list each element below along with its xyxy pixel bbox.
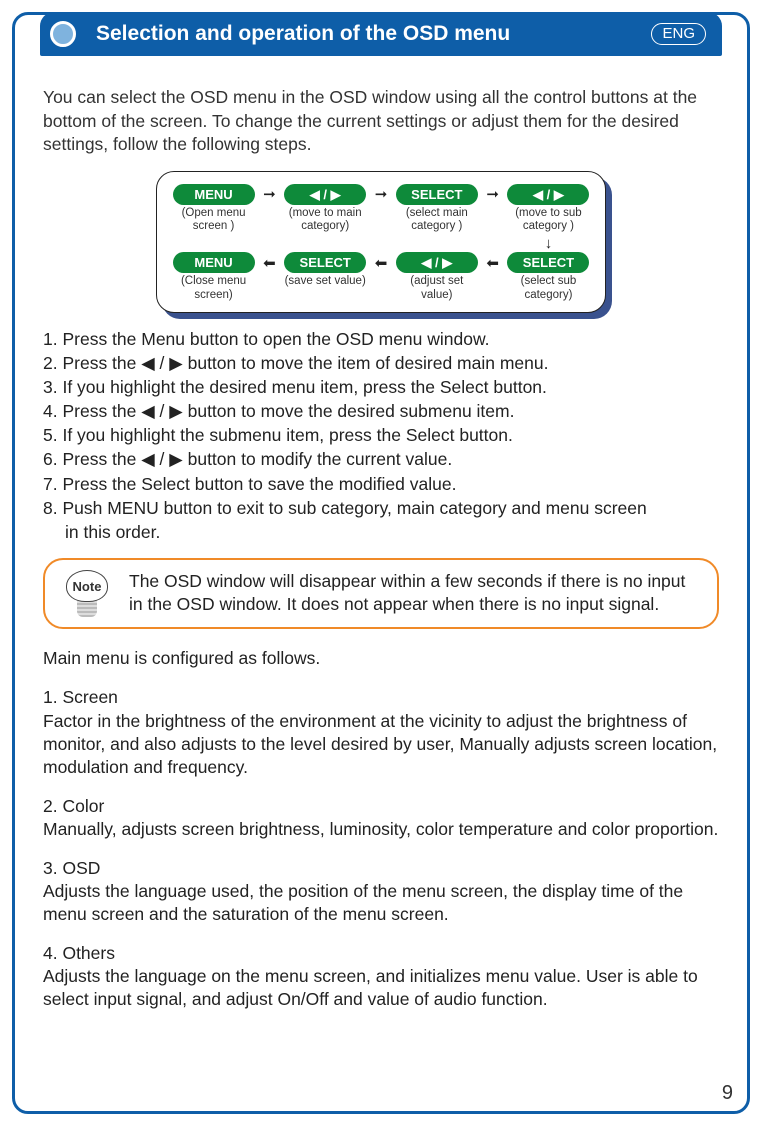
section-title: 2. Color (43, 795, 719, 818)
step-continuation: in this order. (43, 520, 719, 544)
note-box: Note The OSD window will disappear withi… (43, 558, 719, 629)
diagram-caption: (save set value) (285, 275, 366, 288)
arrows-button-pill: ◀ / ▶ (507, 184, 589, 205)
flow-diagram: MENU (Open menu screen ) ➞ ◀ / ▶ (move t… (156, 171, 606, 313)
diagram-cell: ◀ / ▶ (adjust set value) (394, 252, 479, 301)
section-title: 3. OSD (43, 857, 719, 880)
section-title: 4. Others (43, 942, 719, 965)
language-badge: ENG (651, 23, 706, 45)
diagram-cell: MENU (Open menu screen ) (171, 184, 256, 233)
page-title: Selection and operation of the OSD menu (96, 22, 510, 46)
arrow-down-icon: ↓ (545, 235, 553, 252)
menu-button-pill: MENU (173, 252, 255, 273)
step: 3. If you highlight the desired menu ite… (43, 375, 719, 399)
steps-list: 1. Press the Menu button to open the OSD… (43, 327, 719, 544)
diagram-cell: ◀ / ▶ (move to main category) (283, 184, 368, 233)
section-body: Factor in the brightness of the environm… (43, 711, 717, 777)
section-body: Manually, adjusts screen brightness, lum… (43, 819, 718, 839)
diagram-caption: (move to main category) (283, 207, 368, 233)
select-button-pill: SELECT (284, 252, 366, 273)
select-button-pill: SELECT (396, 184, 478, 205)
section-color: 2. Color Manually, adjusts screen bright… (43, 795, 719, 841)
diagram-panel: MENU (Open menu screen ) ➞ ◀ / ▶ (move t… (156, 171, 606, 313)
diagram-row-bottom: MENU (Close menu screen) ⬅ SELECT (save … (171, 252, 591, 301)
diagram-cell: SELECT (save set value) (283, 252, 368, 288)
step: 7. Press the Select button to save the m… (43, 472, 719, 496)
section-osd: 3. OSD Adjusts the language used, the po… (43, 857, 719, 926)
lightbulb-icon: Note (59, 570, 115, 617)
diagram-cell: SELECT (select sub category) (506, 252, 591, 301)
section-others: 4. Others Adjusts the language on the me… (43, 942, 719, 1011)
note-text: The OSD window will disappear within a f… (129, 570, 703, 616)
diagram-caption: (move to sub category ) (506, 207, 591, 233)
main-configured-text: Main menu is configured as follows. (43, 647, 719, 670)
section-title: 1. Screen (43, 686, 719, 709)
title-bullet-icon (50, 21, 76, 47)
step: 5. If you highlight the submenu item, pr… (43, 423, 719, 447)
arrow-right-icon: ➞ (372, 184, 391, 205)
select-button-pill: SELECT (507, 252, 589, 273)
diagram-caption: (Close menu screen) (171, 275, 256, 301)
step: 8. Push MENU button to exit to sub categ… (43, 496, 719, 520)
section-body: Adjusts the language used, the position … (43, 881, 683, 924)
arrow-left-icon: ⬅ (372, 252, 391, 273)
step: 2. Press the ◀ / ▶ button to move the it… (43, 351, 719, 375)
section-body: Adjusts the language on the menu screen,… (43, 966, 698, 1009)
diagram-cell: MENU (Close menu screen) (171, 252, 256, 301)
diagram-row-top: MENU (Open menu screen ) ➞ ◀ / ▶ (move t… (171, 184, 591, 252)
diagram-cell: SELECT (select main category ) (394, 184, 479, 233)
arrow-left-icon: ⬅ (483, 252, 502, 273)
section-screen: 1. Screen Factor in the brightness of th… (43, 686, 719, 778)
diagram-caption: (select main category ) (394, 207, 479, 233)
page-number: 9 (722, 1082, 733, 1105)
note-label: Note (73, 579, 102, 594)
arrow-left-icon: ⬅ (260, 252, 279, 273)
page-frame: Selection and operation of the OSD menu … (12, 12, 750, 1114)
diagram-caption: (Open menu screen ) (171, 207, 256, 233)
diagram-caption: (adjust set value) (394, 275, 479, 301)
diagram-cell: ◀ / ▶ (move to sub category ) ↓ (506, 184, 591, 252)
arrows-button-pill: ◀ / ▶ (396, 252, 478, 273)
diagram-caption: (select sub category) (506, 275, 591, 301)
arrows-button-pill: ◀ / ▶ (284, 184, 366, 205)
step: 1. Press the Menu button to open the OSD… (43, 327, 719, 351)
intro-paragraph: You can select the OSD menu in the OSD w… (43, 86, 719, 157)
arrow-right-icon: ➞ (260, 184, 279, 205)
menu-button-pill: MENU (173, 184, 255, 205)
step: 6. Press the ◀ / ▶ button to modify the … (43, 447, 719, 471)
arrow-right-icon: ➞ (483, 184, 502, 205)
step: 4. Press the ◀ / ▶ button to move the de… (43, 399, 719, 423)
title-bar: Selection and operation of the OSD menu … (40, 12, 722, 56)
